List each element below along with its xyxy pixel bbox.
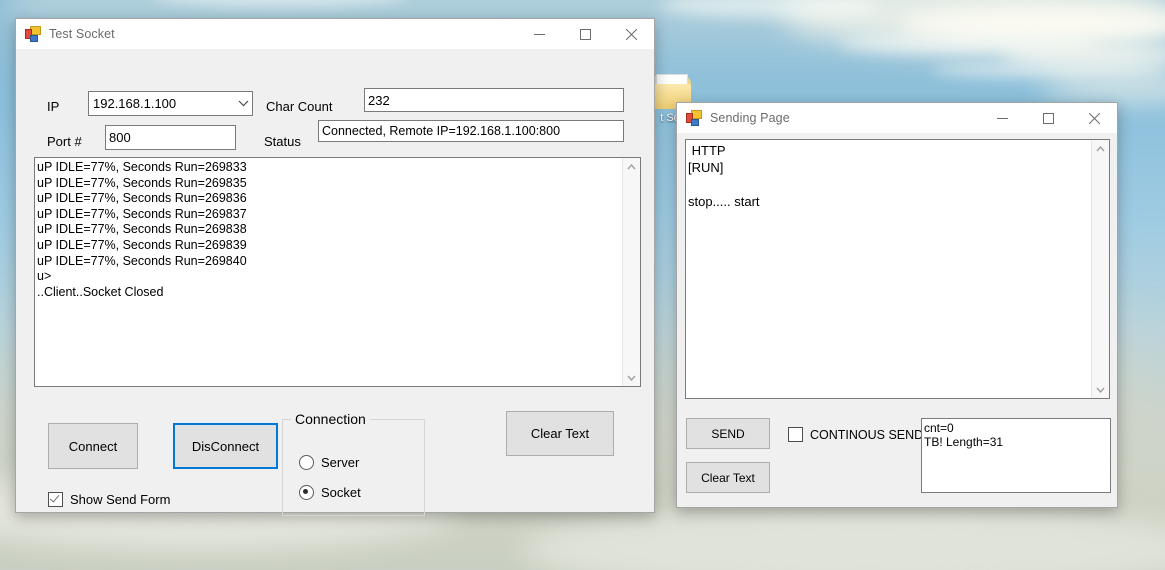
caption-buttons: [516, 19, 654, 49]
send-clear-text-button[interactable]: Clear Text: [686, 462, 770, 493]
scroll-down-icon[interactable]: [1092, 381, 1109, 398]
message-text: HTTP [RUN] stop..... start: [688, 142, 1089, 210]
titlebar-sending-page[interactable]: Sending Page: [677, 103, 1117, 134]
radio-dot-icon: [299, 485, 314, 500]
chevron-down-icon: [235, 100, 252, 107]
checkbox-box-icon: [788, 427, 803, 442]
window-sending-page[interactable]: Sending Page HTTP [RUN] stop..... start: [676, 102, 1118, 508]
send-status-text: cnt=0 TB! Length=31: [924, 421, 1107, 449]
send-status-textarea[interactable]: cnt=0 TB! Length=31: [921, 418, 1111, 493]
radio-socket-label: Socket: [321, 485, 361, 500]
close-button[interactable]: [608, 19, 654, 49]
disconnect-button[interactable]: DisConnect: [173, 423, 278, 469]
minimize-button[interactable]: [979, 103, 1025, 133]
connect-button[interactable]: Connect: [48, 423, 138, 469]
log-textarea[interactable]: uP IDLE=77%, Seconds Run=269833 uP IDLE=…: [34, 157, 641, 387]
maximize-button[interactable]: [562, 19, 608, 49]
window-title: Sending Page: [710, 111, 790, 125]
send-client-area: HTTP [RUN] stop..... start SEND Clear Te…: [677, 133, 1117, 507]
message-scrollbar[interactable]: [1091, 140, 1109, 398]
show-send-form-checkbox[interactable]: Show Send Form: [48, 492, 170, 507]
window-title: Test Socket: [49, 27, 115, 41]
radio-server-label: Server: [321, 455, 359, 470]
log-scrollbar[interactable]: [622, 158, 640, 386]
connection-groupbox: Connection Server Socket: [282, 411, 425, 516]
char-count-label: Char Count: [266, 99, 332, 114]
checkbox-check-icon: [48, 492, 63, 507]
port-input[interactable]: 800: [105, 125, 236, 150]
minimize-button[interactable]: [516, 19, 562, 49]
show-send-form-label: Show Send Form: [70, 492, 170, 507]
scroll-down-icon[interactable]: [623, 369, 640, 386]
status-label: Status: [264, 134, 301, 149]
status-input[interactable]: Connected, Remote IP=192.168.1.100:800: [318, 120, 624, 142]
continuous-send-label: CONTINOUS SEND: [810, 428, 923, 442]
caption-buttons: [979, 103, 1117, 133]
ip-combobox[interactable]: 192.168.1.100: [88, 91, 253, 116]
send-button[interactable]: SEND: [686, 418, 770, 449]
scroll-up-icon[interactable]: [1092, 140, 1109, 157]
radio-dot-icon: [299, 455, 314, 470]
maximize-button[interactable]: [1025, 103, 1071, 133]
titlebar-test-socket[interactable]: Test Socket: [16, 19, 654, 50]
scroll-up-icon[interactable]: [623, 158, 640, 175]
clear-text-button[interactable]: Clear Text: [506, 411, 614, 456]
message-textarea[interactable]: HTTP [RUN] stop..... start: [685, 139, 1110, 399]
ip-label: IP: [47, 99, 59, 114]
window-test-socket[interactable]: Test Socket IP 192.168.1.100 Port # 800 …: [15, 18, 655, 513]
char-count-input[interactable]: 232: [364, 88, 624, 112]
close-button[interactable]: [1071, 103, 1117, 133]
radio-server[interactable]: Server: [299, 455, 359, 470]
port-label: Port #: [47, 134, 82, 149]
connection-groupbox-title: Connection: [291, 411, 370, 427]
app-icon: [686, 110, 702, 126]
radio-socket[interactable]: Socket: [299, 485, 361, 500]
ip-combobox-value: 192.168.1.100: [89, 96, 235, 111]
continuous-send-checkbox[interactable]: CONTINOUS SEND: [788, 427, 923, 442]
main-client-area: IP 192.168.1.100 Port # 800 Char Count 2…: [16, 49, 654, 512]
log-text: uP IDLE=77%, Seconds Run=269833 uP IDLE=…: [37, 160, 620, 300]
app-icon: [25, 26, 41, 42]
